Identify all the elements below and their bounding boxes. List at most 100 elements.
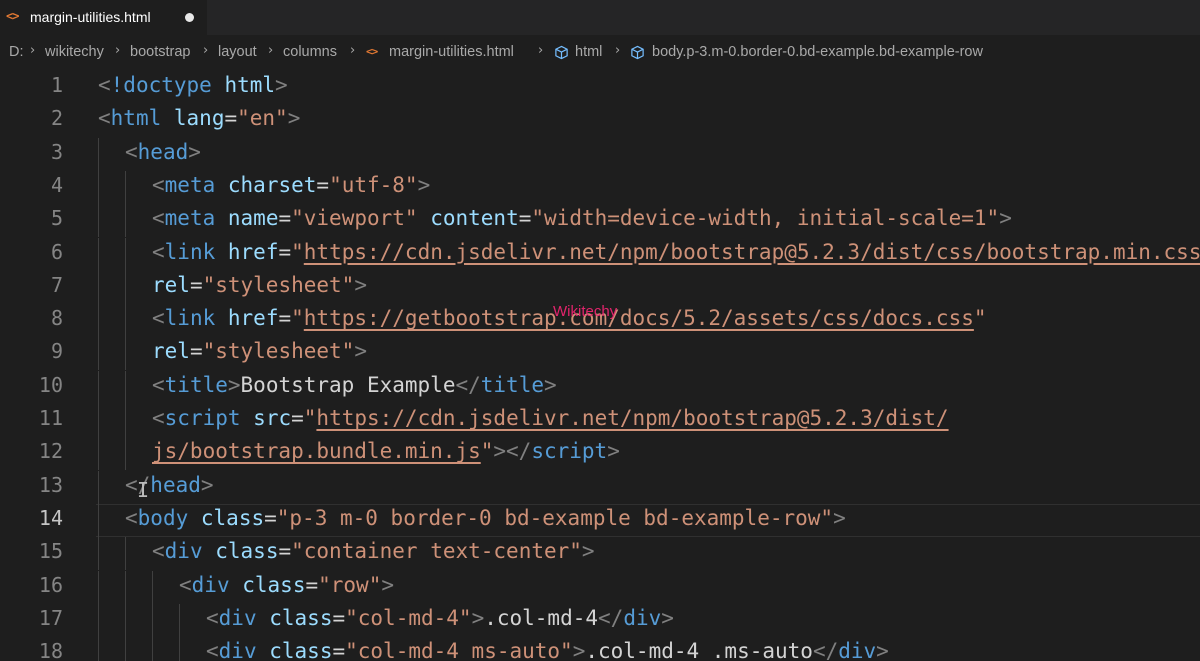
line-number[interactable]: 5 [0, 206, 63, 230]
code-token: div [838, 639, 877, 661]
indent-guide [152, 637, 153, 661]
code-text[interactable]: <script src="https://cdn.jsdelivr.net/np… [152, 406, 949, 430]
indent-guide [98, 537, 99, 571]
indent-guide [125, 204, 126, 238]
code-token: < [152, 206, 165, 231]
indent-guide [98, 137, 99, 171]
line-number[interactable]: 12 [0, 439, 63, 463]
code-line[interactable]: 10 <title>Bootstrap Example</title> [0, 370, 1200, 404]
breadcrumb: D: › wikitechy › bootstrap › layout › co… [0, 35, 1200, 71]
code-text[interactable]: <!doctype html> [98, 73, 288, 97]
line-number[interactable]: 7 [0, 273, 63, 297]
code-text[interactable]: <div class="row"> [179, 573, 394, 597]
code-text[interactable]: <div class="col-md-4 ms-auto">.col-md-4 … [206, 639, 889, 661]
line-number[interactable]: 18 [0, 639, 63, 661]
code-line[interactable]: 11 <script src="https://cdn.jsdelivr.net/… [0, 404, 1200, 437]
code-text[interactable]: rel="stylesheet"> [152, 273, 367, 297]
code-line[interactable]: 18 <div class="col-md-4 ms-auto">.col-md-… [0, 637, 1200, 661]
code-token: > [543, 372, 557, 397]
line-number[interactable]: 1 [0, 73, 63, 97]
code-token: </ [455, 372, 481, 397]
unsaved-dot-icon[interactable] [185, 13, 194, 22]
code-text[interactable]: <title>Bootstrap Example</title> [152, 373, 557, 397]
code-token: > [287, 106, 301, 131]
breadcrumb-folder[interactable]: wikitechy [45, 44, 104, 60]
code-token: meta [164, 206, 216, 231]
code-line[interactable]: 17 <div class="col-md-4">.col-md-4</div> [0, 603, 1200, 637]
code-token: = [278, 539, 292, 564]
code-token: < [152, 372, 165, 397]
code-line[interactable]: 13 </head> [0, 470, 1200, 504]
code-line[interactable]: 15 <div class="container text-center"> [0, 537, 1200, 571]
breadcrumb-file[interactable]: margin-utilities.html [389, 44, 514, 60]
code-text[interactable]: <body class="p-3 m-0 border-0 bd-example… [125, 506, 846, 530]
code-line[interactable]: 12 js/bootstrap.bundle.min.js"></script> [0, 437, 1200, 471]
code-editor[interactable]: 1 <!doctype html> 2 <html lang="en"> 3 <head>… [0, 71, 1200, 661]
code-token: "viewport" [291, 206, 418, 231]
code-token: " [291, 239, 304, 264]
line-number[interactable]: 8 [0, 306, 63, 330]
code-token: > [227, 372, 241, 397]
code-text[interactable]: <head> [125, 140, 201, 164]
code-text[interactable]: <meta charset="utf-8"> [152, 173, 430, 197]
line-number[interactable]: 13 [0, 473, 63, 497]
line-number[interactable]: 16 [0, 573, 63, 597]
code-line[interactable]: 14 <body class="p-3 m-0 border-0 bd-examp… [0, 503, 1200, 537]
line-number[interactable]: 11 [0, 406, 63, 430]
code-token: meta [164, 172, 216, 197]
line-number[interactable]: 10 [0, 373, 63, 397]
breadcrumb-symbol[interactable]: html [575, 44, 602, 60]
code-token: div [623, 605, 662, 630]
code-text[interactable]: <link href="https://cdn.jsdelivr.net/npm… [152, 240, 1200, 264]
line-number[interactable]: 2 [0, 106, 63, 130]
code-text[interactable]: <meta name="viewport" content="width=dev… [152, 206, 1012, 230]
line-number[interactable]: 14 [0, 506, 63, 530]
code-text[interactable]: js/bootstrap.bundle.min.js"></script> [152, 439, 620, 463]
code-token: > [275, 73, 288, 97]
code-text[interactable]: <div class="container text-center"> [152, 539, 595, 563]
indent-guide [98, 270, 99, 304]
line-number[interactable]: 4 [0, 173, 63, 197]
chevron-right-icon: › [350, 43, 356, 58]
code-token: > [417, 172, 431, 197]
code-token: > [572, 639, 586, 661]
breadcrumb-folder[interactable]: bootstrap [130, 44, 190, 60]
code-line[interactable]: 1 <!doctype html> [0, 71, 1200, 104]
code-token: !doctype [110, 73, 212, 97]
indent-guide [179, 637, 180, 661]
code-line[interactable]: 5 <meta name="viewport" content="width=de… [0, 204, 1200, 238]
breadcrumb-folder[interactable]: columns [283, 44, 337, 60]
code-token: "en" [237, 106, 288, 131]
indent-guide [98, 237, 99, 271]
code-text[interactable]: <html lang="en"> [98, 106, 300, 130]
code-line[interactable]: 6 <link href="https://cdn.jsdelivr.net/np… [0, 237, 1200, 271]
line-number[interactable]: 6 [0, 240, 63, 264]
code-token: = [305, 572, 319, 597]
code-text[interactable]: rel="stylesheet"> [152, 339, 367, 363]
code-text[interactable]: <div class="col-md-4">.col-md-4</div> [206, 606, 674, 630]
code-token: "stylesheet" [202, 339, 355, 364]
breadcrumb-drive[interactable]: D: [9, 44, 24, 60]
line-number[interactable]: 9 [0, 339, 63, 363]
code-token: .col-md-4 .ms-auto [585, 639, 813, 661]
editor-tab[interactable]: <> margin-utilities.html [0, 0, 207, 35]
code-line[interactable]: 4 <meta charset="utf-8"> [0, 170, 1200, 204]
breadcrumb-symbol[interactable]: body.p-3.m-0.border-0.bd-example.bd-exam… [652, 44, 983, 60]
line-number[interactable]: 17 [0, 606, 63, 630]
code-token: name [227, 206, 279, 231]
line-number[interactable]: 15 [0, 539, 63, 563]
code-token: src [253, 406, 292, 430]
code-line[interactable]: 9 rel="stylesheet"> [0, 337, 1200, 371]
code-line[interactable]: 7 rel="stylesheet"> [0, 270, 1200, 304]
chevron-right-icon: › [615, 43, 621, 58]
line-number[interactable]: 3 [0, 140, 63, 164]
code-line[interactable]: 16 <div class="row"> [0, 570, 1200, 604]
breadcrumb-folder[interactable]: layout [218, 44, 257, 60]
code-line[interactable]: 2 <html lang="en"> [0, 104, 1200, 137]
code-line[interactable]: 3 <head> [0, 137, 1200, 171]
code-token: > [381, 572, 394, 597]
code-token: " [480, 439, 494, 464]
